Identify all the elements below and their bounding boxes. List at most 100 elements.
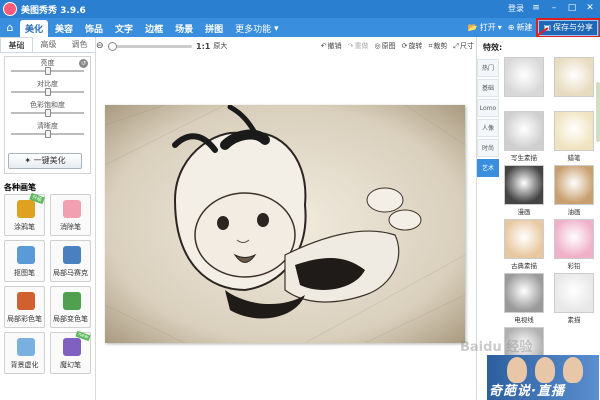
resize-button[interactable]: ⤢ 尺寸 [453,41,474,51]
brush-icon [17,338,35,356]
effect-thumbnail [504,57,544,97]
one-key-label: 一键美化 [33,156,66,165]
effect-thumbnail [504,165,544,205]
crop-button[interactable]: ⌗ 裁剪 [428,41,447,51]
subtab-advanced[interactable]: 高级 [33,37,64,52]
effect-item[interactable]: 素描 [551,273,597,324]
tab-scene[interactable]: 场景 [170,20,198,37]
brush-label: 局部彩色笔 [7,315,42,323]
open-button[interactable]: 📂 打开 ▾ [468,22,502,33]
saturation-row: 色彩饱和度 [5,99,90,120]
contrast-slider[interactable] [11,88,84,96]
home-icon[interactable]: ⌂ [0,18,20,37]
brush-tool[interactable]: 消除笔 [50,194,91,236]
login-link[interactable]: 登录 [508,3,524,14]
tab-beauty[interactable]: 美容 [50,20,78,37]
original-size-button[interactable]: 原大 [213,41,227,51]
rotate-label: 旋转 [408,42,423,50]
effect-label: 电视线 [514,316,534,324]
saturation-slider[interactable] [11,109,84,117]
brush-label: 魔幻笔 [60,361,81,369]
subtab-basic[interactable]: 基础 [0,37,33,52]
tab-beautify[interactable]: 美化 [20,20,49,37]
brush-icon [17,246,35,264]
brush-label: 局部马赛克 [53,269,88,277]
undo-label: 撤销 [327,42,342,50]
redo-button[interactable]: ↷ 重做 [348,41,369,51]
one-key-beautify-button[interactable]: ✦ 一键美化 [8,153,82,169]
original-button[interactable]: ◎ 原图 [374,41,395,51]
baby-face [194,192,296,278]
brightness-knob[interactable] [44,67,51,75]
plus-icon: ⊕ [507,23,515,32]
tab-collage[interactable]: 拼图 [200,20,228,37]
brush-tool[interactable]: 局部变色笔 [50,286,91,328]
tab-accessories[interactable]: 饰品 [80,20,108,37]
save-share-label: 保存与分享 [553,23,593,32]
sharpness-knob[interactable] [44,130,51,138]
watermark: Baidu 经验 [460,340,533,355]
ad-banner[interactable]: 奇葩说·直播 [487,355,599,400]
effect-thumbnail [554,111,594,151]
effect-category[interactable]: Lomo [477,99,499,117]
brush-tool[interactable]: 涂鸦笔 升级 [4,192,45,236]
brush-tool[interactable]: 局部马赛克 [50,240,91,282]
brush-icon [63,200,81,218]
brightness-slider[interactable] [11,67,84,75]
zoom-slider[interactable] [108,41,192,51]
brush-tool[interactable]: 背景虚化 [4,332,45,374]
edited-photo[interactable] [105,105,465,343]
effect-item[interactable]: 写生素描 [501,111,547,162]
ratio-button[interactable]: 1:1 [196,42,210,51]
maximize-icon[interactable]: □ [566,2,578,14]
contrast-knob[interactable] [44,88,51,96]
menu-icon[interactable]: ≡ [530,2,542,14]
brush-icon [17,292,35,310]
effect-item[interactable]: 电视线 [501,273,547,324]
brush-grid: 涂鸦笔 升级消除笔抠图笔 局部马赛克局部彩色笔 局部变色笔背景虚化 魔幻笔 new [4,192,92,374]
effect-category[interactable]: 艺术 [477,159,499,177]
effect-thumbnail [504,219,544,259]
sharpness-slider[interactable] [11,130,84,138]
file-actions: 📂 打开 ▾ ⊕ 新建 ▣ 保存与分享 [468,17,600,38]
ad-person-image [563,357,583,383]
effect-item[interactable]: 蜡笔 [551,111,597,162]
effect-item[interactable] [551,57,597,108]
undo-button[interactable]: ↶ 撤销 [321,41,342,51]
original-label: 原图 [381,42,396,50]
open-label: 打开 [479,23,496,32]
effect-item[interactable]: 漫画 [501,165,547,216]
tab-border[interactable]: 边框 [140,20,168,37]
effect-categories: 热门基础 Lomo 人像时尚艺术 [477,59,499,179]
effect-category[interactable]: 基础 [477,79,499,97]
minimize-icon[interactable]: – [548,2,560,14]
brush-label: 局部变色笔 [53,315,88,323]
effect-item[interactable]: 古典素描 [501,219,547,270]
effect-label: 写生素描 [511,154,537,162]
chevron-down-icon: ▾ [497,23,502,32]
effect-category[interactable]: 时尚 [477,139,499,157]
brightness-row: 亮度 [5,57,90,78]
rotate-button[interactable]: ⟳ 旋转 [402,41,423,51]
brush-label: 背景虚化 [10,361,39,369]
brush-label: 消除笔 [60,223,81,231]
tab-more-functions[interactable]: 更多功能 ▾ [230,20,283,37]
more-functions-label: 更多功能 [235,25,272,35]
brush-tool[interactable]: 抠图笔 [4,240,45,282]
effect-thumbnail [554,273,594,313]
effect-item[interactable] [501,57,547,108]
effect-item[interactable]: 彩铅 [551,219,597,270]
subtab-color[interactable]: 调色 [64,37,95,52]
saturation-knob[interactable] [44,109,51,117]
effect-category[interactable]: 热门 [477,59,499,77]
effect-item[interactable]: 油画 [551,165,597,216]
close-icon[interactable]: ✕ [584,2,596,14]
new-button[interactable]: ⊕ 新建 [508,22,533,33]
effect-category[interactable]: 人像 [477,119,499,137]
zoom-icon: ⊖ [96,41,104,51]
tab-text[interactable]: 文字 [110,20,138,37]
brush-tool[interactable]: 局部彩色笔 [4,286,45,328]
brush-tool[interactable]: 魔幻笔 new [50,330,91,374]
effects-scrollbar[interactable] [596,82,600,142]
zoom-slider-knob[interactable] [108,41,117,51]
